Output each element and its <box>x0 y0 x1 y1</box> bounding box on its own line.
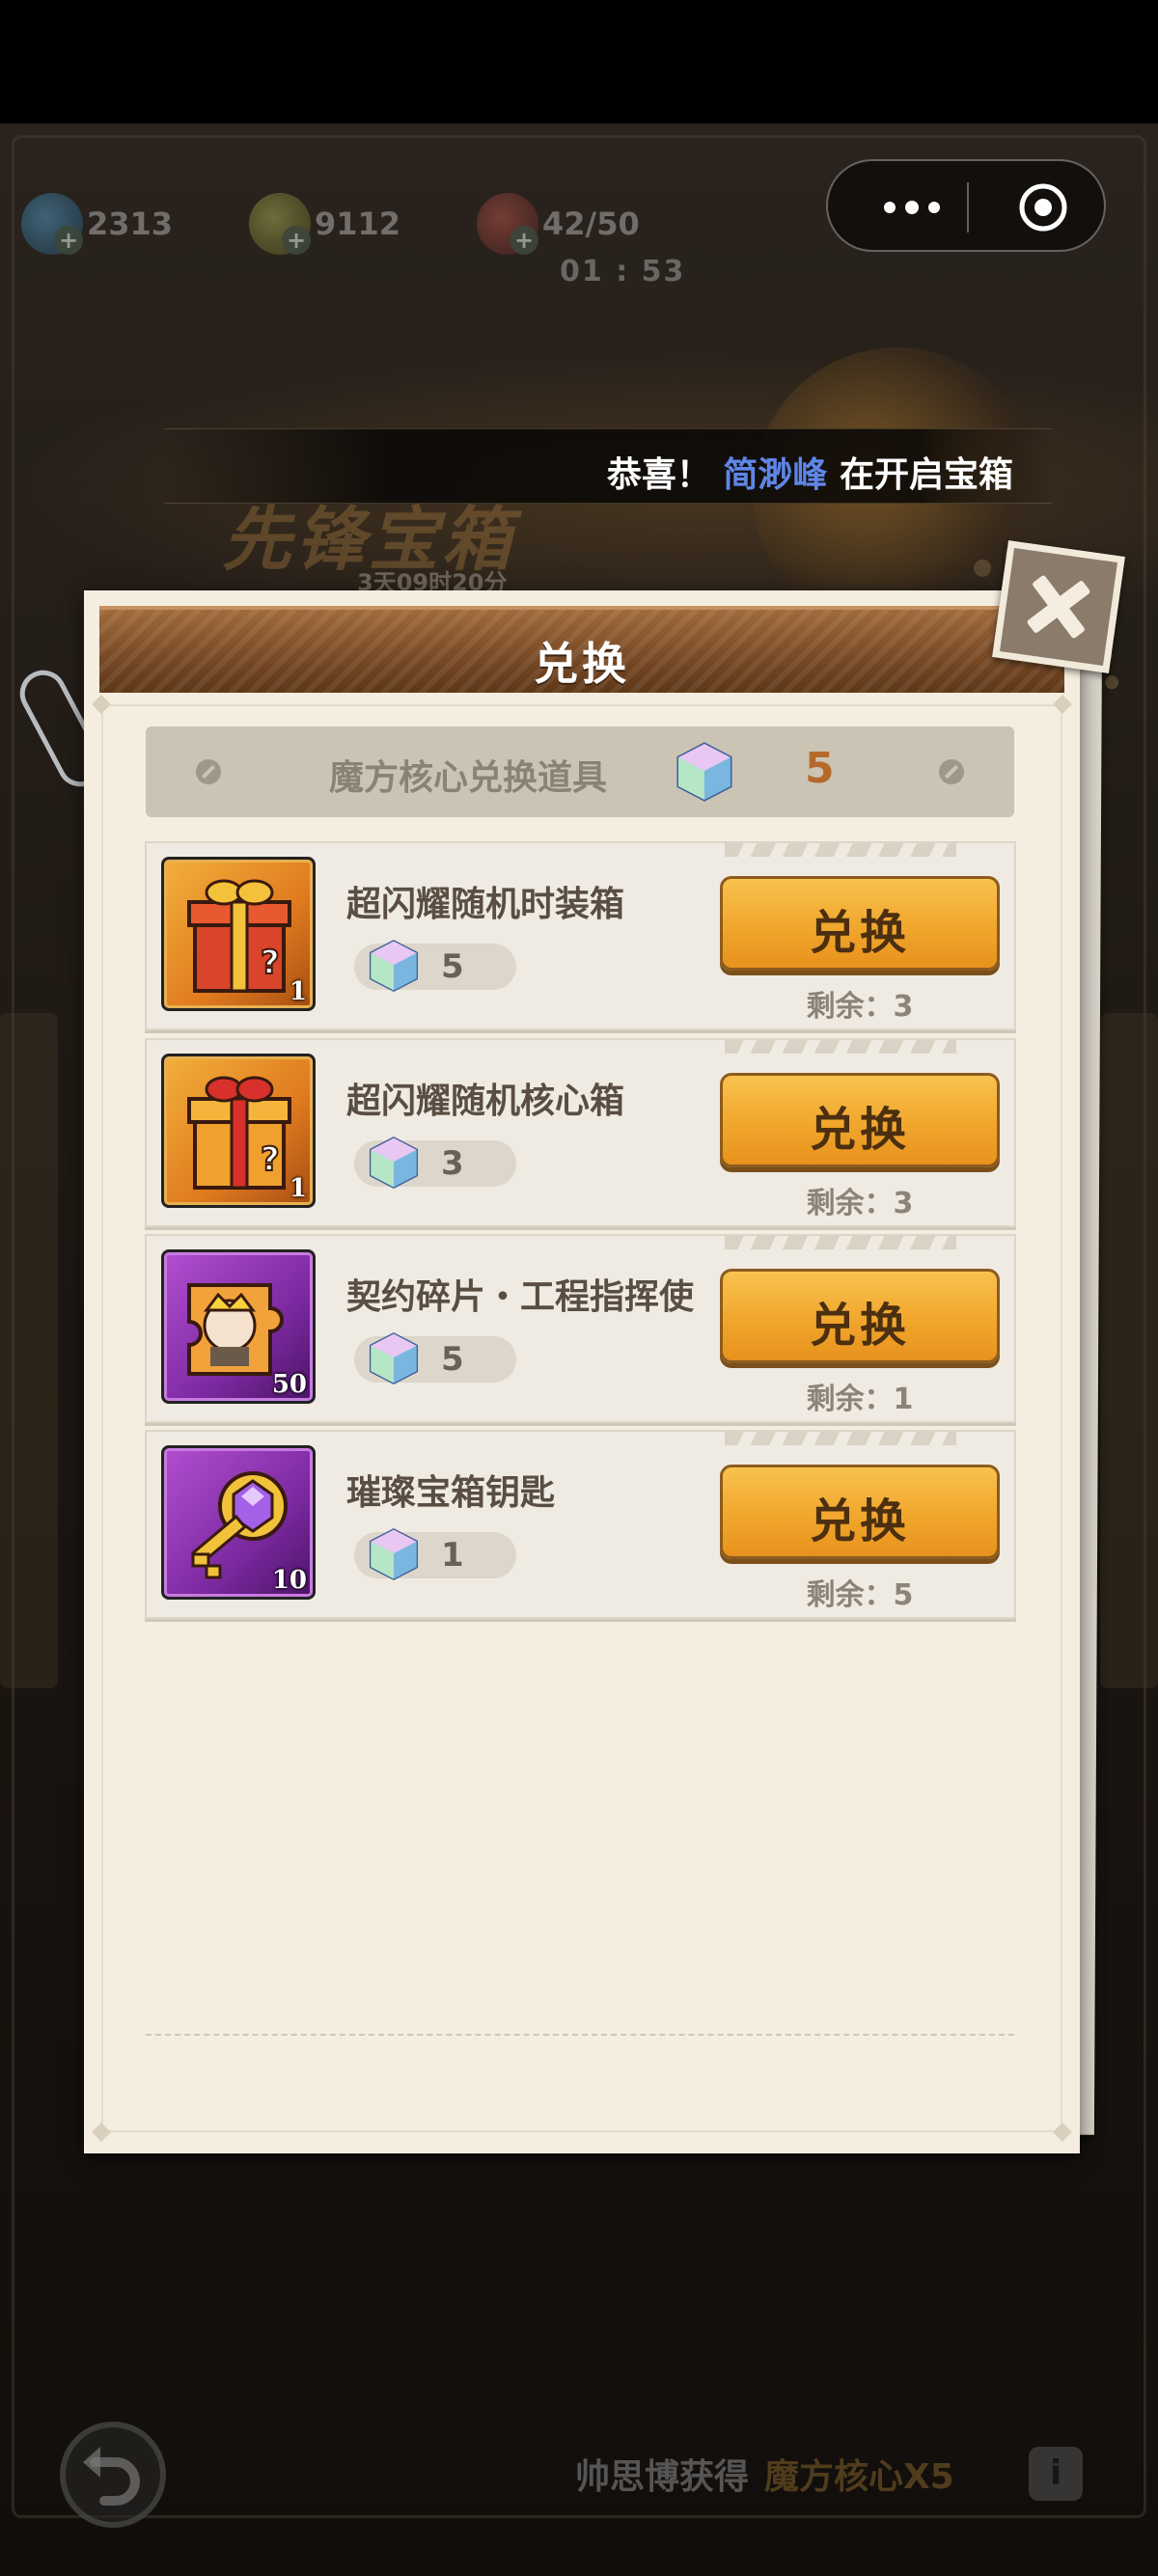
more-dot-icon <box>884 202 896 213</box>
scene-right-panel <box>1100 1013 1158 1688</box>
resource-diamond[interactable]: + 2313 <box>21 193 173 255</box>
exchange-button[interactable]: 兑换 <box>720 1073 1000 1167</box>
exchange-modal: 兑换 魔方核心兑换道具 5 ? 1 超闪耀随机时装箱 5 兑换 剩余：3 ? 1… <box>84 590 1080 2153</box>
currency-header: 魔方核心兑换道具 5 <box>146 726 1014 817</box>
plus-icon: + <box>54 226 83 255</box>
magic-cube-icon <box>676 742 732 802</box>
magic-cube-icon <box>369 940 419 992</box>
item-remaining: 剩余：3 <box>806 1187 914 1220</box>
exchange-button-label: 兑换 <box>809 1103 910 1157</box>
item-name: 契约碎片・工程指挥使 <box>346 1277 695 1317</box>
coin-icon: + <box>249 193 311 255</box>
exchange-button-label: 兑换 <box>809 906 910 960</box>
magic-cube-icon <box>369 1137 419 1189</box>
stamina-value: 42/50 <box>542 206 640 242</box>
modal-header: 兑换 <box>99 606 1064 693</box>
exchange-item: 10 璀璨宝箱钥匙 1 兑换 剩余：5 <box>145 1430 1016 1619</box>
item-name: 璀璨宝箱钥匙 <box>346 1473 556 1513</box>
bottom-broadcast-player: 帅思博获得 <box>575 2457 750 2497</box>
stamina-timer: 01 : 53 <box>560 255 686 288</box>
diamond-value: 2313 <box>87 206 174 242</box>
more-menu-button[interactable] <box>870 192 977 223</box>
item-remaining: 剩余：3 <box>806 990 914 1024</box>
exchange-button-label: 兑换 <box>809 1494 910 1548</box>
item-name: 超闪耀随机核心箱 <box>346 1082 625 1121</box>
marquee-suffix: 在开启宝箱 <box>839 455 1013 495</box>
back-button[interactable] <box>60 2422 166 2528</box>
bottom-broadcast-reward: 魔方核心X5 <box>764 2457 954 2497</box>
item-cost-value: 5 <box>441 947 464 986</box>
item-cost-value: 3 <box>441 1144 464 1183</box>
more-dot-icon <box>905 201 919 214</box>
svg-text:?: ? <box>261 944 280 982</box>
magic-cube-icon <box>369 1528 419 1580</box>
scene-left-panel <box>0 1013 58 1688</box>
resource-coin[interactable]: + 9112 <box>249 193 400 255</box>
puzzle-fragment-icon: 50 <box>161 1249 316 1404</box>
currency-label: 魔方核心兑换道具 <box>329 758 608 798</box>
marquee-player: 简渺峰 <box>723 455 828 495</box>
item-name: 超闪耀随机时装箱 <box>346 885 625 924</box>
broadcast-marquee: 恭喜！ 简渺峰 在开启宝箱 <box>164 428 1052 504</box>
exchange-button[interactable]: 兑换 <box>720 1269 1000 1363</box>
item-remaining: 剩余：5 <box>806 1578 914 1612</box>
item-cost: 1 <box>354 1528 516 1580</box>
plus-icon: + <box>282 226 311 255</box>
resource-stamina[interactable]: + 42/50 <box>477 193 640 255</box>
bolt-icon <box>939 759 964 784</box>
svg-text:?: ? <box>261 1140 280 1179</box>
dashed-divider <box>146 2034 1014 2036</box>
item-quantity: 1 <box>289 977 307 1006</box>
gift-box-icon: ? 1 <box>161 857 316 1011</box>
exchange-item: ? 1 超闪耀随机核心箱 3 兑换 剩余：3 <box>145 1038 1016 1227</box>
item-cost-value: 1 <box>441 1536 464 1575</box>
miniprogram-capsule <box>826 159 1106 252</box>
key-icon: 10 <box>161 1445 316 1600</box>
plus-icon: + <box>510 226 538 255</box>
exchange-button[interactable]: 兑换 <box>720 1465 1000 1559</box>
item-cost-value: 5 <box>441 1340 464 1379</box>
target-icon <box>1019 183 1067 232</box>
gift-box-icon: ? 1 <box>161 1054 316 1208</box>
exchange-item: 50 契约碎片・工程指挥使 5 兑换 剩余：1 <box>145 1234 1016 1423</box>
item-quantity: 50 <box>271 1370 307 1399</box>
modal-title: 兑换 <box>534 638 630 690</box>
item-quantity: 1 <box>289 1174 307 1203</box>
marquee-prefix: 恭喜！ <box>606 455 711 495</box>
magic-cube-icon <box>369 1332 419 1384</box>
app-root: 先锋宝箱 3天09时20分 + 2313 + 9112 + 42/50 01 :… <box>0 0 1158 2576</box>
item-remaining: 剩余：1 <box>806 1383 914 1416</box>
bolt-icon <box>196 759 221 784</box>
item-stripe <box>725 1040 956 1054</box>
coin-value: 9112 <box>315 206 401 242</box>
exchange-button-label: 兑换 <box>809 1299 910 1353</box>
item-cost: 5 <box>354 940 516 992</box>
more-dot-icon <box>928 202 940 213</box>
item-quantity: 10 <box>271 1566 307 1595</box>
item-stripe <box>725 1432 956 1445</box>
info-button[interactable]: i <box>1029 2447 1083 2501</box>
close-button[interactable] <box>992 540 1125 673</box>
currency-count: 5 <box>805 744 835 793</box>
close-miniprogram-button[interactable] <box>1017 181 1069 233</box>
status-bar-area <box>0 0 1158 123</box>
capsule-divider <box>967 182 969 233</box>
exchange-button[interactable]: 兑换 <box>720 876 1000 971</box>
exchange-item: ? 1 超闪耀随机时装箱 5 兑换 剩余：3 <box>145 841 1016 1030</box>
bottom-broadcast: 帅思博获得 魔方核心X5 <box>575 2449 954 2499</box>
item-cost: 3 <box>354 1137 516 1189</box>
undo-arrow-icon <box>83 2447 140 2506</box>
diamond-icon: + <box>21 193 83 255</box>
item-stripe <box>725 1236 956 1249</box>
marquee-text: 恭喜！ 简渺峰 在开启宝箱 <box>607 447 1013 497</box>
item-stripe <box>725 843 956 857</box>
meat-icon: + <box>477 193 538 255</box>
item-cost: 5 <box>354 1332 516 1384</box>
